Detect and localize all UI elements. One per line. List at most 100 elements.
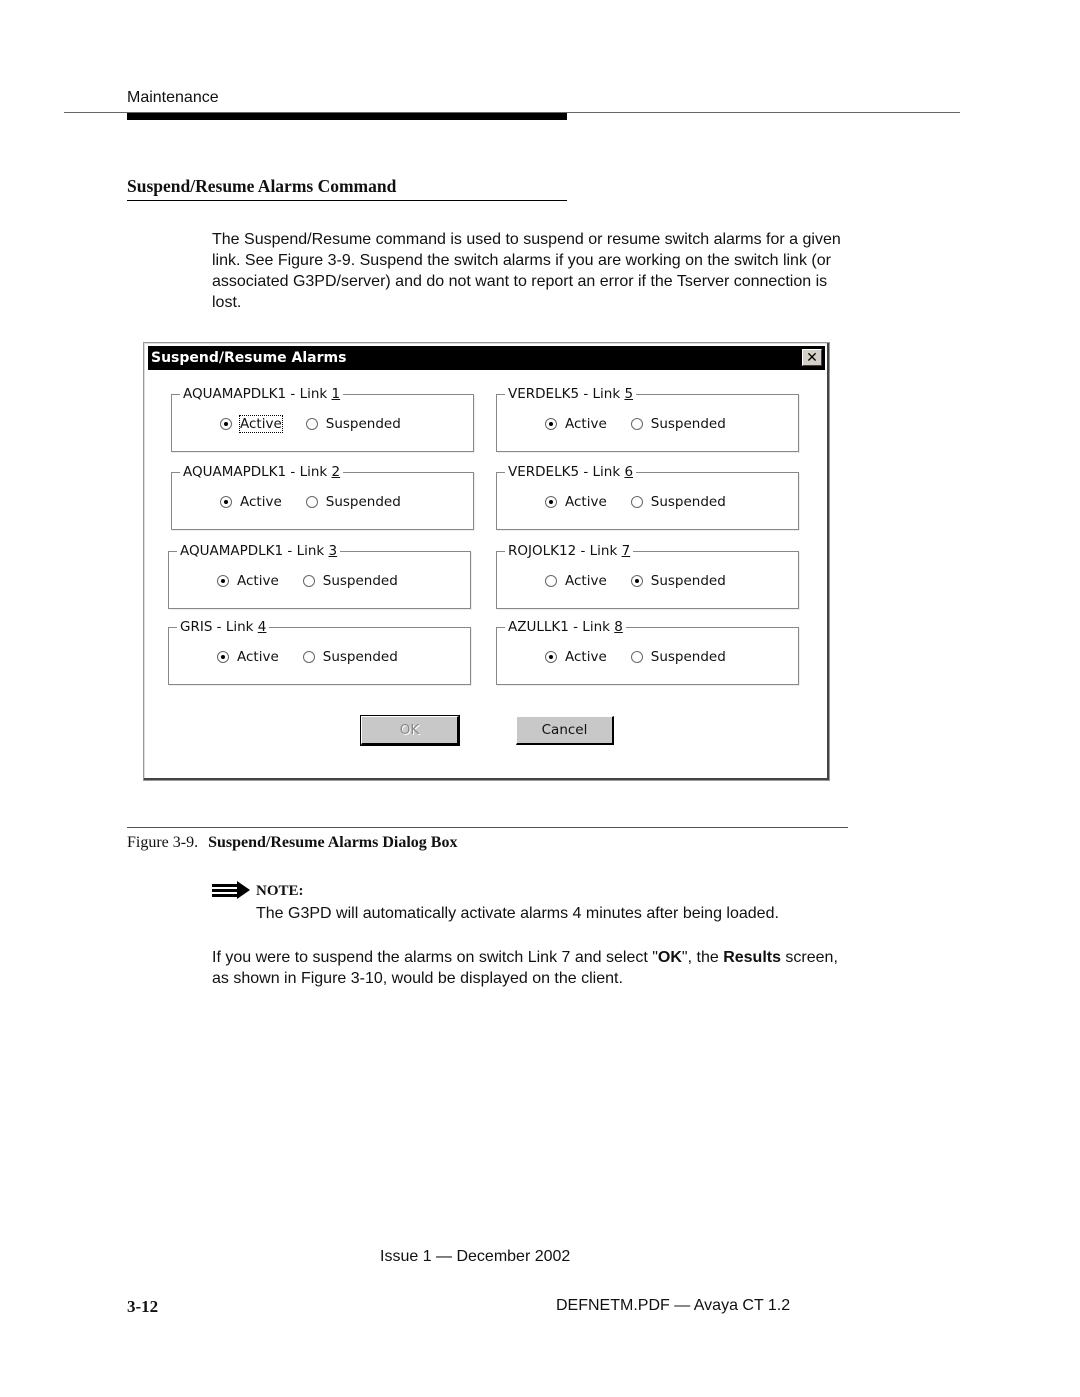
- radio-suspended[interactable]: Suspended: [305, 494, 401, 510]
- radio-button-icon[interactable]: [545, 418, 557, 430]
- note-arrow-icon: [212, 881, 250, 904]
- link-group-1: AQUAMAPDLK1 - Link 1 Active Suspended: [171, 385, 474, 452]
- radio-button-icon[interactable]: [220, 418, 232, 430]
- radio-suspended-label: Suspended: [322, 649, 398, 665]
- ok-button[interactable]: OK: [360, 715, 460, 746]
- header-rule-thick: [127, 113, 567, 120]
- radio-active[interactable]: Active: [220, 415, 283, 433]
- radio-suspended-label: Suspended: [325, 416, 401, 432]
- link-group-label: VERDELK5 - Link 5: [505, 385, 637, 403]
- radio-suspended-label: Suspended: [650, 494, 726, 510]
- link-group-4: GRIS - Link 4 Active Suspended: [168, 618, 471, 685]
- link-name: VERDELK5 - Link: [508, 464, 625, 480]
- radio-suspended[interactable]: Suspended: [302, 649, 398, 665]
- page-number: 3-12: [127, 1297, 159, 1316]
- radio-row: Active Suspended: [217, 649, 422, 665]
- document-id: DEFNETM.PDF — Avaya CT 1.2: [556, 1297, 791, 1314]
- radio-row: Active Suspended: [545, 573, 750, 589]
- followup-ok-bold: OK: [657, 949, 682, 966]
- link-group-label: AZULLK1 - Link 8: [505, 618, 626, 636]
- radio-button-icon[interactable]: [545, 575, 557, 587]
- radio-active-label: Active: [237, 573, 279, 589]
- ok-button-label: OK: [399, 722, 420, 738]
- radio-active-label: Active: [565, 416, 607, 432]
- radio-active-label: Active: [239, 415, 283, 433]
- link-name: AQUAMAPDLK1 - Link: [180, 543, 329, 559]
- note-label: NOTE:: [256, 883, 304, 899]
- radio-active[interactable]: Active: [545, 494, 607, 510]
- figure-title: Suspend/Resume Alarms Dialog Box: [208, 834, 458, 851]
- link-name: AQUAMAPDLK1 - Link: [183, 386, 332, 402]
- cancel-button[interactable]: Cancel: [516, 716, 614, 745]
- radio-active[interactable]: Active: [545, 573, 607, 589]
- radio-suspended-label: Suspended: [650, 649, 726, 665]
- running-head: Maintenance: [127, 89, 219, 106]
- radio-button-icon[interactable]: [217, 651, 229, 663]
- dialog-titlebar: Suspend/Resume Alarms ✕: [148, 346, 825, 370]
- link-group-2: AQUAMAPDLK1 - Link 2 Active Suspended: [171, 463, 474, 530]
- link-number: 4: [257, 619, 267, 635]
- link-group-label: AQUAMAPDLK1 - Link 2: [180, 463, 344, 481]
- radio-active[interactable]: Active: [217, 649, 279, 665]
- radio-active[interactable]: Active: [217, 573, 279, 589]
- radio-button-icon[interactable]: [545, 651, 557, 663]
- link-group-8: AZULLK1 - Link 8 Active Suspended: [496, 618, 799, 685]
- link-group-label: GRIS - Link 4: [177, 618, 270, 636]
- radio-button-icon[interactable]: [630, 418, 643, 430]
- radio-button-icon[interactable]: [545, 496, 557, 508]
- radio-button-icon[interactable]: [305, 496, 318, 508]
- radio-button-icon[interactable]: [305, 418, 318, 430]
- radio-button-icon[interactable]: [217, 575, 229, 587]
- radio-row: Active Suspended: [545, 649, 750, 665]
- radio-suspended[interactable]: Suspended: [630, 494, 726, 510]
- close-icon: ✕: [806, 350, 818, 366]
- link-number: 5: [624, 386, 634, 402]
- link-group-7: ROJOLK12 - Link 7 Active Suspended: [496, 542, 799, 609]
- link-name: AZULLK1 - Link: [508, 619, 615, 635]
- link-group-5: VERDELK5 - Link 5 Active Suspended: [496, 385, 799, 452]
- radio-suspended[interactable]: Suspended: [630, 573, 726, 589]
- radio-suspended[interactable]: Suspended: [630, 416, 726, 432]
- radio-button-icon[interactable]: [220, 496, 232, 508]
- followup-paragraph: If you were to suspend the alarms on swi…: [212, 947, 852, 989]
- section-title-rule: [127, 200, 567, 201]
- link-group-label: ROJOLK12 - Link 7: [505, 542, 634, 560]
- figure-caption: Figure 3-9. Suspend/Resume Alarms Dialog …: [127, 834, 457, 852]
- link-number: 3: [328, 543, 338, 559]
- note-text: The G3PD will automatically activate ala…: [256, 905, 779, 922]
- followup-text-1: If you were to suspend the alarms on swi…: [212, 949, 658, 966]
- figure-rule: [127, 827, 848, 828]
- radio-active[interactable]: Active: [220, 494, 282, 510]
- footer-issue: Issue 1 — December 2002: [380, 1248, 571, 1265]
- link-group-6: VERDELK5 - Link 6 Active Suspended: [496, 463, 799, 530]
- radio-button-icon[interactable]: [630, 651, 643, 663]
- suspend-resume-dialog: Suspend/Resume Alarms ✕ AQUAMAPDLK1 - Li…: [143, 342, 830, 781]
- cancel-button-label: Cancel: [541, 722, 588, 738]
- radio-active[interactable]: Active: [545, 649, 607, 665]
- radio-suspended[interactable]: Suspended: [305, 416, 401, 432]
- radio-active-label: Active: [565, 494, 607, 510]
- radio-suspended-label: Suspended: [650, 573, 726, 589]
- radio-row: Active Suspended: [545, 494, 750, 510]
- radio-active-label: Active: [565, 573, 607, 589]
- dialog-title: Suspend/Resume Alarms: [151, 350, 347, 366]
- radio-button-icon[interactable]: [302, 575, 315, 587]
- followup-results-bold: Results: [723, 949, 781, 966]
- radio-active-label: Active: [240, 494, 282, 510]
- figure-label: Figure 3-9.: [127, 834, 199, 851]
- radio-button-icon[interactable]: [302, 651, 315, 663]
- radio-button-icon[interactable]: [630, 575, 643, 587]
- radio-active-label: Active: [565, 649, 607, 665]
- radio-suspended[interactable]: Suspended: [302, 573, 398, 589]
- radio-active[interactable]: Active: [545, 416, 607, 432]
- followup-text-2: ", the: [681, 949, 724, 966]
- radio-button-icon[interactable]: [630, 496, 643, 508]
- link-number: 6: [624, 464, 634, 480]
- link-number: 2: [331, 464, 341, 480]
- radio-suspended-label: Suspended: [322, 573, 398, 589]
- link-number: 7: [621, 543, 631, 559]
- radio-suspended[interactable]: Suspended: [630, 649, 726, 665]
- intro-paragraph: The Suspend/Resume command is used to su…: [212, 231, 841, 311]
- radio-row: Active Suspended: [217, 573, 422, 589]
- close-button[interactable]: ✕: [802, 349, 822, 366]
